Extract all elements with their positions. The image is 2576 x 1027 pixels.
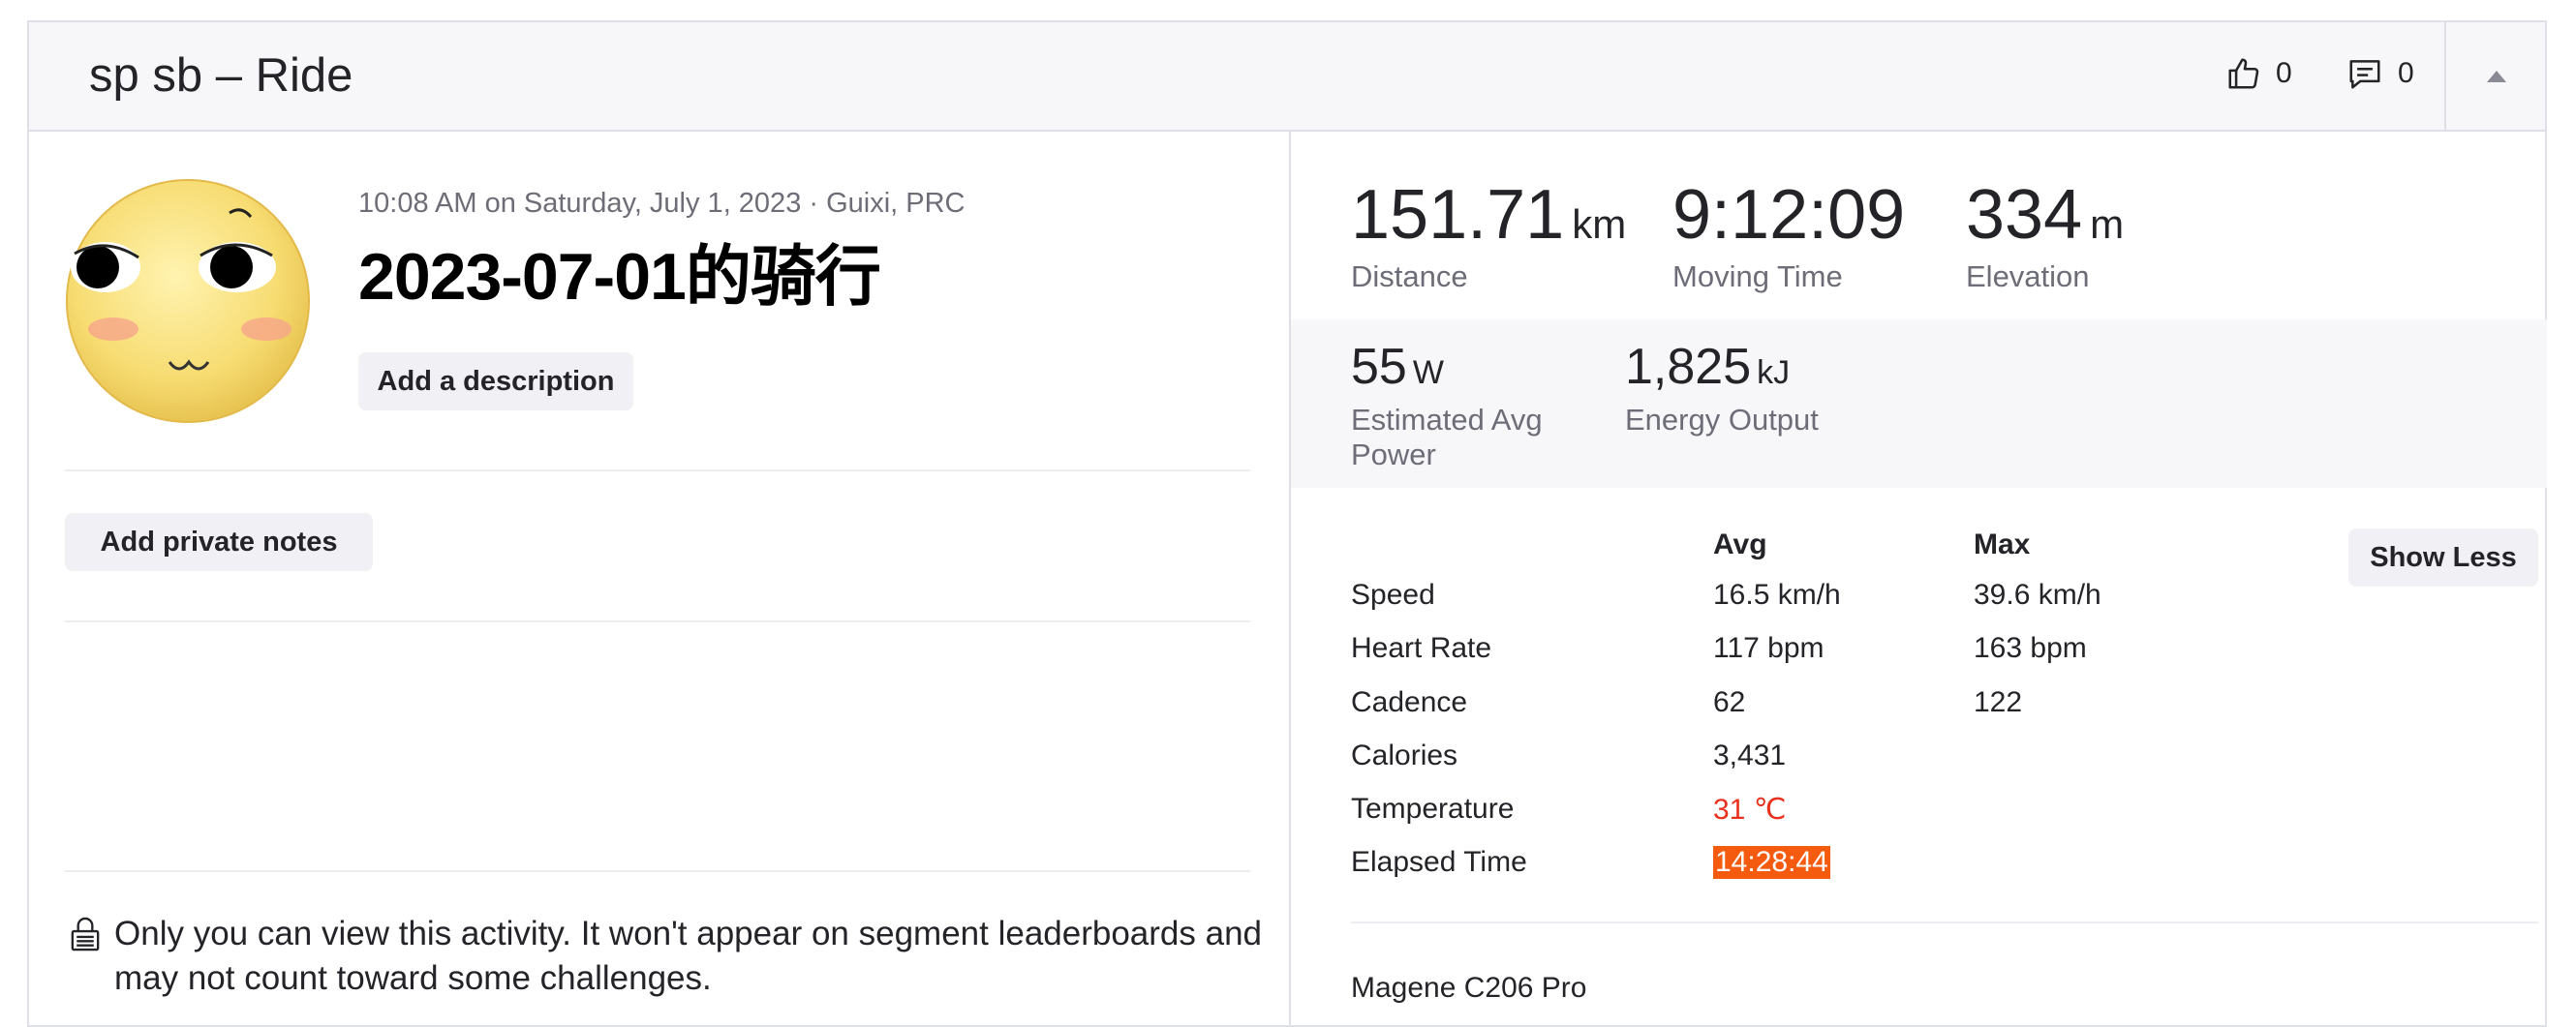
row-avg: 16.5 km/h <box>1713 579 1841 611</box>
row-max: 122 <box>1974 686 2023 718</box>
stat-unit: kJ <box>1757 354 1791 391</box>
comments-button[interactable]: 0 <box>2346 55 2414 92</box>
row-avg-highlighted: 14:28:44 <box>1713 846 1830 879</box>
primary-stats: 151.71 km Distance 9:12:09 Moving Time 33… <box>1291 132 2547 319</box>
table-row-heart-rate: Heart Rate 117 bpm 163 bpm <box>1291 632 2547 685</box>
row-label: Calories <box>1351 740 1458 771</box>
device-name: Magene C206 Pro <box>1351 972 1587 1004</box>
table-row-temperature: Temperature 31 ℃ <box>1291 793 2547 846</box>
divider <box>1351 921 2538 923</box>
table-row-cadence: Cadence 62 122 <box>1291 686 2547 740</box>
activity-page: sp sb – Ride 0 0 10:08 AM on Saturday, J… <box>0 0 2576 1027</box>
row-label: Cadence <box>1351 686 1468 718</box>
stat-value: 334 <box>1966 176 2083 254</box>
stat-value: 1,825 <box>1625 339 1752 395</box>
row-label: Speed <box>1351 579 1435 611</box>
activity-meta: 10:08 AM on Saturday, July 1, 2023 · Gui… <box>358 188 966 219</box>
stat-distance: 151.71 km Distance <box>1351 180 1626 294</box>
table-row-speed: Speed 16.5 km/h 39.6 km/h <box>1291 579 2547 632</box>
add-description-button[interactable]: Add a description <box>358 352 633 410</box>
collapse-button[interactable] <box>2446 22 2547 130</box>
row-label: Heart Rate <box>1351 632 1492 664</box>
stat-value: 151.71 <box>1351 176 1565 254</box>
athlete-avatar[interactable] <box>65 178 311 424</box>
table-row-elapsed-time: Elapsed Time 14:28:44 <box>1291 846 2547 899</box>
column-header-max: Max <box>1974 529 2031 560</box>
chevron-up-icon <box>2487 70 2506 82</box>
row-avg: 117 bpm <box>1713 632 1825 664</box>
stat-value: 55 <box>1351 339 1407 395</box>
activity-card: sp sb – Ride 0 0 10:08 AM on Saturday, J… <box>27 20 2547 1027</box>
stat-unit: m <box>2090 201 2125 247</box>
athlete-activity-title: sp sb – Ride <box>89 49 353 102</box>
thumbs-up-icon <box>2228 58 2259 89</box>
comment-icon <box>2349 60 2380 89</box>
stat-avg-power: 55 W Estimated Avg Power <box>1351 339 1574 472</box>
row-max: 163 bpm <box>1974 632 2087 664</box>
activity-summary: 10:08 AM on Saturday, July 1, 2023 · Gui… <box>29 132 1289 1027</box>
stat-energy-output: 1,825 kJ Energy Output <box>1625 339 1916 438</box>
stat-moving-time: 9:12:09 Moving Time <box>1672 180 1905 294</box>
table-row-calories: Calories 3,431 <box>1291 740 2547 793</box>
column-header-avg: Avg <box>1713 529 1767 560</box>
row-label: Temperature <box>1351 793 1515 825</box>
stat-unit: km <box>1572 201 1627 247</box>
row-avg: 3,431 <box>1713 740 1787 771</box>
comments-count: 0 <box>2398 57 2414 89</box>
stat-unit: W <box>1412 354 1444 391</box>
row-max: 39.6 km/h <box>1974 579 2101 611</box>
stat-label: Elevation <box>1966 259 2090 293</box>
row-avg: 31 ℃ <box>1713 794 1787 826</box>
secondary-stats: 55 W Estimated Avg Power 1,825 kJ Energy O… <box>1291 319 2547 488</box>
divider <box>65 870 1250 872</box>
stat-value: 9:12:09 <box>1672 176 1906 254</box>
activity-stats: 151.71 km Distance 9:12:09 Moving Time 33… <box>1291 132 2547 1027</box>
activity-header: sp sb – Ride 0 0 <box>29 22 2545 132</box>
activity-title[interactable]: 2023-07-01的骑行 <box>358 223 881 318</box>
show-less-button[interactable]: Show Less <box>2348 529 2538 587</box>
divider <box>65 469 1250 471</box>
row-avg: 62 <box>1713 686 1746 718</box>
stat-label: Energy Output <box>1625 403 1819 437</box>
privacy-notice: Only you can view this activity. It won'… <box>114 915 1263 997</box>
stat-elevation: 334 m Elevation <box>1966 180 2124 294</box>
divider <box>65 620 1250 622</box>
stat-label: Moving Time <box>1672 259 1843 293</box>
stat-label: Estimated Avg Power <box>1351 403 1543 471</box>
kudos-count: 0 <box>2276 57 2292 89</box>
stat-label: Distance <box>1351 259 1468 293</box>
kudos-button[interactable]: 0 <box>2225 55 2292 92</box>
row-label: Elapsed Time <box>1351 846 1527 878</box>
lock-icon <box>71 917 100 951</box>
add-private-notes-button[interactable]: Add private notes <box>65 513 373 571</box>
